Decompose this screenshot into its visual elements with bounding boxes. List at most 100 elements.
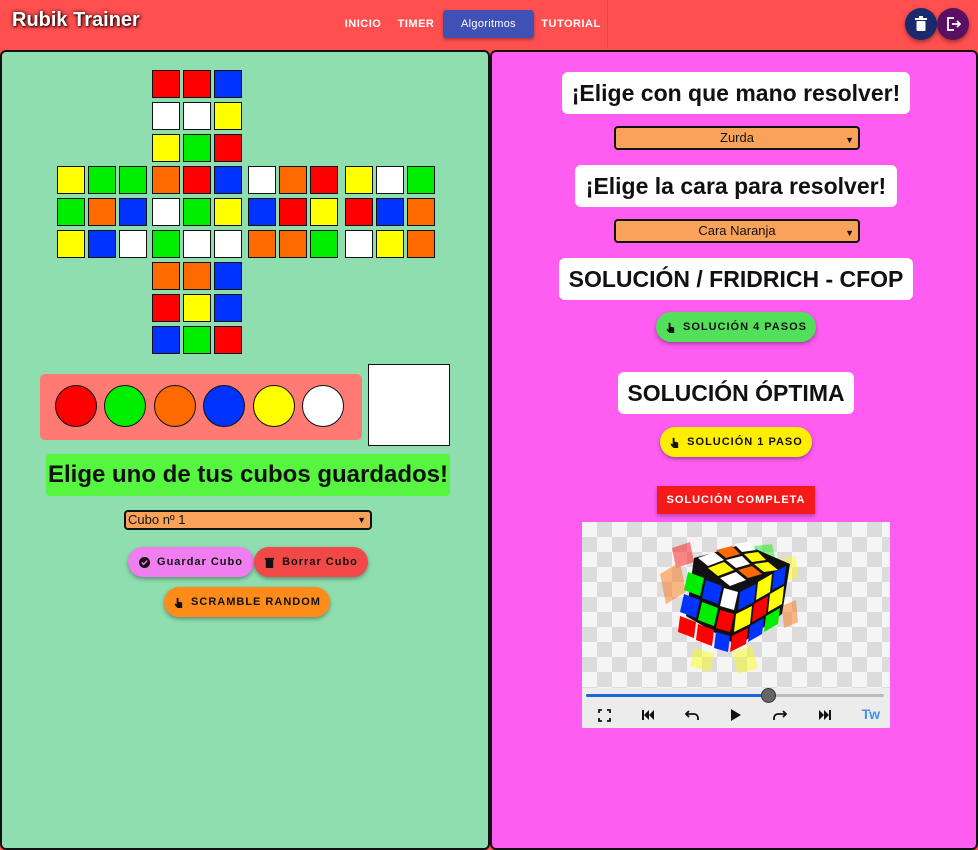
fullscreen-button[interactable] xyxy=(594,707,614,723)
sticker-down-2[interactable] xyxy=(183,262,211,290)
sticker-right-9[interactable] xyxy=(310,230,338,258)
save-cube-button[interactable]: Guardar Cubo xyxy=(128,547,254,577)
logout-button[interactable] xyxy=(937,8,969,40)
sticker-front-4[interactable] xyxy=(152,198,180,226)
sticker-left-1[interactable] xyxy=(57,166,85,194)
sticker-left-5[interactable] xyxy=(88,198,116,226)
sticker-down-5[interactable] xyxy=(183,294,211,322)
touch-icon xyxy=(666,322,675,333)
sticker-front-7[interactable] xyxy=(152,230,180,258)
sticker-right-4[interactable] xyxy=(248,198,276,226)
sticker-left-9[interactable] xyxy=(119,230,147,258)
chevron-down-icon: ▼ xyxy=(357,515,366,525)
sticker-up-8[interactable] xyxy=(183,134,211,162)
sticker-down-3[interactable] xyxy=(214,262,242,290)
sticker-front-8[interactable] xyxy=(183,230,211,258)
nav-algoritmos[interactable]: Algoritmos xyxy=(443,10,534,38)
delete-all-button[interactable] xyxy=(905,8,937,40)
cfop-solution-label: SOLUCIÓN 4 PASOS xyxy=(683,321,807,333)
sticker-down-9[interactable] xyxy=(214,326,242,354)
optimal-solution-button[interactable]: SOLUCIÓN 1 PASO xyxy=(660,427,812,457)
trash-icon xyxy=(915,16,927,31)
player-progress-track[interactable] xyxy=(586,688,884,703)
sticker-front-1[interactable] xyxy=(152,166,180,194)
sticker-back-9[interactable] xyxy=(407,230,435,258)
player-progress-fill xyxy=(586,694,768,697)
sticker-up-4[interactable] xyxy=(152,102,180,130)
sticker-left-7[interactable] xyxy=(57,230,85,258)
saved-cube-select[interactable]: Cubo nº 1 ▼ xyxy=(124,510,372,530)
scramble-random-button[interactable]: SCRAMBLE RANDOM xyxy=(164,587,330,617)
player-controls: Tw xyxy=(582,688,890,728)
step-forward-button[interactable] xyxy=(770,707,790,723)
palette-color-blue[interactable] xyxy=(203,385,245,427)
sticker-front-9[interactable] xyxy=(214,230,242,258)
sticker-front-5[interactable] xyxy=(183,198,211,226)
cube-editor-panel: Elige uno de tus cubos guardados! Cubo n… xyxy=(0,50,490,850)
step-back-button[interactable] xyxy=(682,707,702,723)
sticker-up-5[interactable] xyxy=(183,102,211,130)
palette-color-yellow[interactable] xyxy=(253,385,295,427)
sticker-left-8[interactable] xyxy=(88,230,116,258)
sticker-up-9[interactable] xyxy=(214,134,242,162)
palette-color-green[interactable] xyxy=(104,385,146,427)
player-progress-handle[interactable] xyxy=(760,688,776,703)
sticker-down-6[interactable] xyxy=(214,294,242,322)
sticker-left-6[interactable] xyxy=(119,198,147,226)
sticker-left-2[interactable] xyxy=(88,166,116,194)
nav-inicio[interactable]: INICIO xyxy=(342,10,384,38)
full-solution-button[interactable]: SOLUCIÓN COMPLETA xyxy=(657,486,815,514)
palette-color-orange[interactable] xyxy=(154,385,196,427)
sticker-back-6[interactable] xyxy=(407,198,435,226)
sticker-back-3[interactable] xyxy=(407,166,435,194)
sticker-right-5[interactable] xyxy=(279,198,307,226)
skip-forward-button[interactable] xyxy=(814,707,834,723)
sticker-back-4[interactable] xyxy=(345,198,373,226)
sticker-back-7[interactable] xyxy=(345,230,373,258)
skip-back-button[interactable] xyxy=(638,707,658,723)
sticker-up-2[interactable] xyxy=(183,70,211,98)
sticker-down-4[interactable] xyxy=(152,294,180,322)
sticker-right-1[interactable] xyxy=(248,166,276,194)
optimal-title: SOLUCIÓN ÓPTIMA xyxy=(618,372,854,414)
touch-icon xyxy=(671,437,679,448)
sticker-up-6[interactable] xyxy=(214,102,242,130)
brand-title[interactable]: Rubik Trainer xyxy=(12,9,140,32)
hand-select[interactable]: Zurda ▼ xyxy=(614,126,860,150)
hand-select-value: Zurda xyxy=(720,130,754,145)
face-select[interactable]: Cara Naranja ▼ xyxy=(614,219,860,243)
sticker-right-3[interactable] xyxy=(310,166,338,194)
sticker-right-2[interactable] xyxy=(279,166,307,194)
sticker-down-8[interactable] xyxy=(183,326,211,354)
palette-color-red[interactable] xyxy=(55,385,97,427)
touch-icon xyxy=(174,597,183,608)
sticker-down-7[interactable] xyxy=(152,326,180,354)
sticker-right-7[interactable] xyxy=(248,230,276,258)
sticker-left-3[interactable] xyxy=(119,166,147,194)
nav-timer[interactable]: TIMER xyxy=(396,10,436,38)
sticker-left-4[interactable] xyxy=(57,198,85,226)
cfop-solution-button[interactable]: SOLUCIÓN 4 PASOS xyxy=(656,312,816,342)
scramble-random-label: SCRAMBLE RANDOM xyxy=(191,596,321,608)
sticker-up-1[interactable] xyxy=(152,70,180,98)
cube-player[interactable]: Tw xyxy=(582,522,890,728)
play-button[interactable] xyxy=(726,707,746,723)
twizzle-link[interactable]: Tw xyxy=(862,706,880,722)
sticker-right-6[interactable] xyxy=(310,198,338,226)
palette-color-white[interactable] xyxy=(302,385,344,427)
sticker-back-8[interactable] xyxy=(376,230,404,258)
sticker-back-1[interactable] xyxy=(345,166,373,194)
skip-forward-icon xyxy=(818,710,831,720)
nav-tutorial[interactable]: TUTORIAL xyxy=(540,10,602,38)
sticker-down-1[interactable] xyxy=(152,262,180,290)
sticker-right-8[interactable] xyxy=(279,230,307,258)
cube-3d-view xyxy=(660,542,798,674)
sticker-front-6[interactable] xyxy=(214,198,242,226)
sticker-front-2[interactable] xyxy=(183,166,211,194)
sticker-back-2[interactable] xyxy=(376,166,404,194)
sticker-up-3[interactable] xyxy=(214,70,242,98)
sticker-back-5[interactable] xyxy=(376,198,404,226)
delete-cube-button[interactable]: Borrar Cubo xyxy=(254,547,368,577)
sticker-up-7[interactable] xyxy=(152,134,180,162)
sticker-front-3[interactable] xyxy=(214,166,242,194)
